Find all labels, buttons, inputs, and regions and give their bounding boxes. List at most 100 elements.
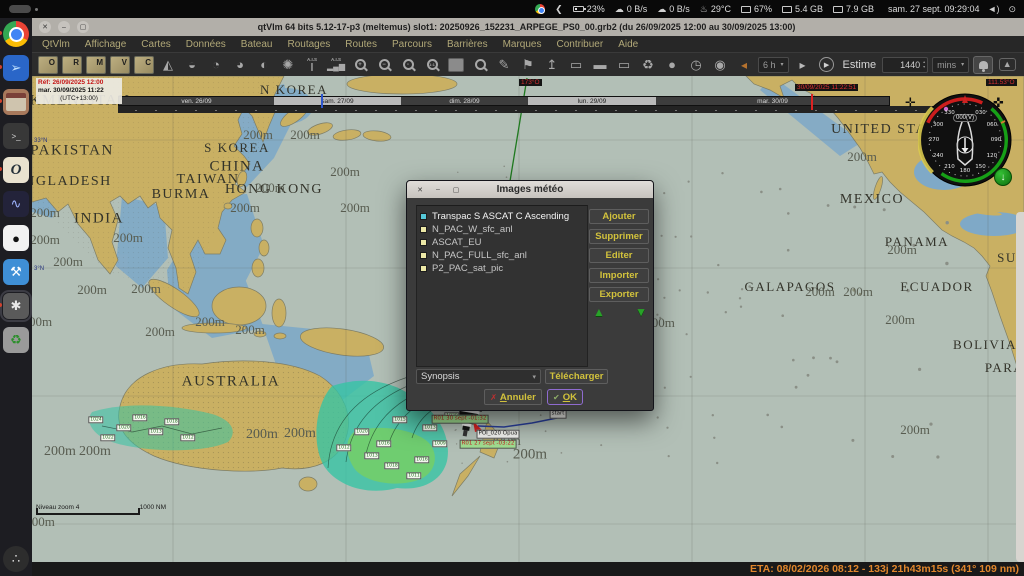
timeline-segment-lun2909[interactable]: lun. 29/09 — [528, 97, 656, 105]
ok-button[interactable]: ✔ OK — [547, 389, 583, 405]
dock-item-chrome[interactable] — [3, 21, 29, 47]
weather-image-row[interactable]: N_PAC_W_sfc_anl — [420, 223, 584, 236]
alarms-button[interactable] — [973, 55, 993, 75]
notification-icon[interactable]: ❮ — [555, 4, 563, 15]
menu-parcours[interactable]: Parcours — [392, 39, 432, 50]
dock-item-qtvlm-tools[interactable]: ⚒ — [3, 259, 29, 285]
menu-barrires[interactable]: Barrières — [447, 39, 488, 50]
zoom-selection-button[interactable]: ▫ — [398, 55, 418, 75]
menu-routages[interactable]: Routages — [287, 39, 330, 50]
ruler-button[interactable]: ▭ — [566, 55, 586, 75]
dialog-titlebar[interactable]: ✕ ‒ ▢ Images météo — [407, 181, 653, 198]
distance-button[interactable]: ▭ — [614, 55, 634, 75]
memory-indicator[interactable]: 7.9 GB — [833, 4, 874, 14]
grib-display-button[interactable] — [446, 55, 466, 75]
ajouter-button[interactable]: Ajouter — [589, 209, 649, 224]
raise-poi-button[interactable]: ↥ — [542, 55, 562, 75]
timeline-segment-dim2809[interactable]: dim. 28/09 — [401, 97, 528, 105]
window-minimize-button[interactable]: ‒ — [58, 21, 70, 33]
editer-button[interactable]: Editer — [589, 248, 649, 263]
timeline-segment-mar3009[interactable]: mar. 30/09 — [656, 97, 889, 105]
poi-button[interactable]: ⚑ — [518, 55, 538, 75]
network-down-indicator[interactable]: ☁0 B/s — [615, 4, 648, 15]
timeline-estime-marker[interactable] — [811, 94, 813, 110]
menu-contribuer[interactable]: Contribuer — [556, 39, 603, 50]
timeline-tick-strip[interactable] — [118, 106, 948, 113]
chart-layer-m-button[interactable]: M — [86, 55, 106, 75]
visibility-checkbox[interactable] — [420, 252, 427, 259]
ais-graph-button[interactable]: A.I.S▂▄▆ — [326, 55, 346, 75]
step-forward-button[interactable]: ▸ — [793, 55, 813, 75]
buoy-button[interactable]: ▲ — [997, 55, 1017, 75]
chart-layer-v-button[interactable]: V — [110, 55, 130, 75]
timeline-now-cursor[interactable] — [321, 94, 323, 108]
weather-image-row[interactable]: P2_PAC_sat_pic — [420, 262, 584, 275]
dock-item-terminal[interactable]: >_ — [3, 123, 29, 149]
chart-layer-o-button[interactable]: O — [38, 55, 58, 75]
zoom-out-button[interactable]: − — [374, 55, 394, 75]
dock-item-settings[interactable]: ✱ — [3, 293, 29, 319]
clock[interactable]: sam. 27 sept. 09:29:04 — [888, 4, 980, 14]
right-panel-handle[interactable] — [1016, 212, 1024, 562]
chart-layer-r-button[interactable]: R — [62, 55, 82, 75]
weather-image-row[interactable]: ASCAT_EU — [420, 236, 584, 249]
slices-button[interactable]: ◉ — [710, 55, 730, 75]
estime-unit-combobox[interactable]: mins▾ — [932, 57, 969, 73]
dock-item-trash[interactable]: ♻ — [3, 327, 29, 353]
window-titlebar[interactable]: ✕ ‒ ▢ qtVlm 64 bits 5.12-17-p3 (meltemus… — [32, 18, 1024, 36]
lighthouse-button[interactable]: ◭ — [158, 55, 178, 75]
visibility-checkbox[interactable] — [420, 265, 427, 272]
compass-button[interactable]: ◒ — [182, 55, 202, 75]
compass-recenter-button[interactable]: ↓ — [994, 168, 1012, 186]
dock-item-files[interactable] — [3, 89, 29, 115]
dock-item-show-apps[interactable]: ∴ — [3, 546, 29, 572]
ais-list-button[interactable]: A.I.S❙ — [302, 55, 322, 75]
battery-indicator[interactable]: 23% — [573, 4, 605, 14]
download-button[interactable]: Télécharger — [545, 369, 608, 384]
menu-donnes[interactable]: Données — [186, 39, 226, 50]
visibility-checkbox[interactable] — [420, 213, 427, 220]
disk-indicator[interactable]: 5.4 GB — [782, 4, 823, 14]
clock-button[interactable]: ◷ — [686, 55, 706, 75]
dock-item-opencpn[interactable]: O — [3, 157, 29, 183]
weather-image-row[interactable]: N_PAC_FULL_sfc_anl — [420, 249, 584, 262]
play-button[interactable]: ▶ — [817, 55, 837, 75]
menu-qtvlm[interactable]: QtVlm — [42, 39, 70, 50]
menu-affichage[interactable]: Affichage — [85, 39, 127, 50]
move-down-icon[interactable]: ▼ — [635, 305, 647, 319]
zoom-actual-button[interactable]: 1:1 — [422, 55, 442, 75]
chrome-tray-icon[interactable] — [535, 4, 545, 14]
dock-item-thunderbird[interactable]: ➢ — [3, 55, 29, 81]
temperature-indicator[interactable]: ♨29°C — [700, 4, 731, 15]
step-back-button[interactable]: ◂ — [734, 55, 754, 75]
dock-item-system-monitor[interactable]: ∿ — [3, 191, 29, 217]
menu-marques[interactable]: Marques — [503, 39, 542, 50]
dock-item-kiwi-app[interactable]: ● — [3, 225, 29, 251]
menu-bateau[interactable]: Bateau — [241, 39, 273, 50]
exporter-button[interactable]: Exporter — [589, 287, 649, 302]
weather-image-row[interactable]: Transpac S ASCAT C Ascending — [420, 210, 584, 223]
center-boat-icon[interactable]: ✛ — [905, 96, 916, 109]
timeline-segment-ven2609[interactable]: ven. 26/09 — [119, 97, 274, 105]
move-up-icon[interactable]: ▲ — [593, 305, 605, 319]
chart-layer-c-button[interactable]: C — [134, 55, 154, 75]
visibility-checkbox[interactable] — [420, 226, 427, 233]
edit-route-button[interactable]: ✎ — [494, 55, 514, 75]
search-button[interactable] — [470, 55, 490, 75]
power-icon[interactable]: ⊙ — [1008, 4, 1016, 15]
importer-button[interactable]: Importer — [589, 268, 649, 283]
dial-button[interactable]: ◕ — [230, 55, 250, 75]
barrier-button[interactable]: ▬ — [590, 55, 610, 75]
volume-icon[interactable]: ◄) — [988, 4, 1000, 15]
recycle-grib-button[interactable]: ♻ — [638, 55, 658, 75]
network-up-indicator[interactable]: ☁0 B/s — [657, 4, 690, 15]
light-bulb-button[interactable]: ✺ — [278, 55, 298, 75]
image-type-combobox[interactable]: Synopsis▾ — [416, 369, 541, 384]
gauge-button[interactable]: ◔ — [206, 55, 226, 75]
window-maximize-button[interactable]: ▢ — [77, 21, 89, 33]
timeline-slider[interactable]: ven. 26/09sam. 27/09dim. 28/09lun. 29/09… — [118, 96, 890, 106]
night-mode-button[interactable]: ◐ — [254, 55, 274, 75]
menu-aide[interactable]: Aide — [618, 39, 638, 50]
activities-pill[interactable] — [9, 5, 31, 13]
cancel-button[interactable]: ✗ Annuler — [484, 389, 542, 405]
